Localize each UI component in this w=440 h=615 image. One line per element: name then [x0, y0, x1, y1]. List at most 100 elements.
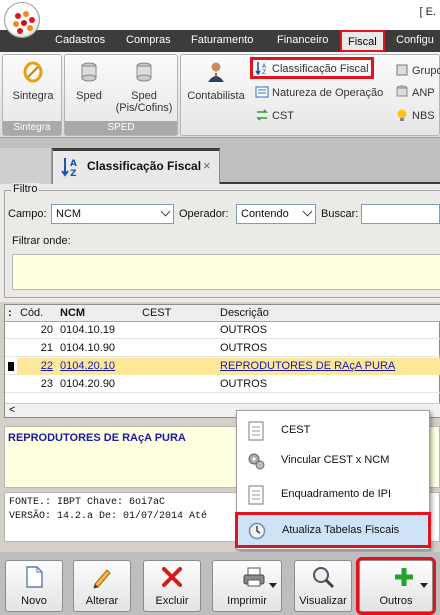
- operador-label: Operador:: [179, 208, 229, 220]
- novo-label: Novo: [21, 595, 47, 607]
- operador-select[interactable]: Contendo: [236, 204, 316, 224]
- campo-value: NCM: [56, 208, 82, 220]
- group-icon: [396, 64, 408, 76]
- table-row[interactable]: 20 0104.10.19 OUTROS: [5, 322, 440, 339]
- row-indicator[interactable]: [5, 340, 17, 357]
- table-row[interactable]: 21 0104.10.90 OUTROS: [5, 340, 440, 357]
- grupo-button[interactable]: Grupo: [395, 63, 440, 77]
- document-icon: [248, 485, 264, 505]
- sped-label: Sped: [76, 90, 102, 102]
- menu-financeiro[interactable]: Financeiro: [277, 34, 328, 46]
- cell-descricao[interactable]: REPRODUTORES DE RAçA PURA: [217, 358, 440, 375]
- cell-cest[interactable]: [139, 340, 217, 357]
- popup-item-enquadramento[interactable]: Enquadramento de IPI: [237, 479, 429, 509]
- natureza-operacao-button[interactable]: Natureza de Operação: [255, 85, 383, 99]
- gears-icon: [248, 453, 265, 470]
- sped-button[interactable]: Sped: [69, 61, 109, 102]
- row-indicator[interactable]: [5, 358, 17, 375]
- buscar-label: Buscar:: [321, 208, 359, 220]
- imprimir-label: Imprimir: [227, 595, 267, 607]
- table-row[interactable]: 22 0104.20.10 REPRODUTORES DE RAçA PURA: [5, 358, 440, 375]
- outros-button[interactable]: Outros: [356, 557, 436, 615]
- popup-item-vincular[interactable]: Vincular CEST x NCM: [237, 445, 429, 475]
- alterar-button[interactable]: Alterar: [73, 560, 131, 612]
- arrows-icon: [256, 109, 268, 121]
- sintegra-label: Sintegra: [12, 90, 54, 102]
- cell-cod[interactable]: 22: [17, 358, 57, 375]
- sintegra-button[interactable]: Sintegra: [7, 61, 59, 102]
- cst-button[interactable]: CST: [255, 108, 294, 122]
- col-indicator[interactable]: :: [5, 305, 17, 322]
- ribbon-group-sped: Sped Sped (Pis/Cofins) SPED: [64, 54, 178, 136]
- menu-cadastros[interactable]: Cadastros: [55, 34, 105, 46]
- row-indicator[interactable]: [5, 322, 17, 339]
- database-icon: [81, 62, 97, 82]
- menu-fiscal[interactable]: Fiscal: [340, 30, 385, 52]
- contabilista-button[interactable]: Contabilista: [185, 61, 247, 102]
- scroll-left-arrow[interactable]: <: [9, 404, 15, 416]
- popup-item-atualiza-label: Atualiza Tabelas Fiscais: [282, 524, 400, 536]
- cell-descricao[interactable]: OUTROS: [217, 376, 440, 393]
- cst-label: CST: [272, 110, 294, 122]
- sintegra-group-label: Sintegra: [3, 121, 61, 135]
- cell-cod[interactable]: 20: [17, 322, 57, 339]
- imprimir-dropdown-arrow[interactable]: [269, 583, 277, 588]
- col-cest[interactable]: CEST: [139, 305, 217, 322]
- buscar-input[interactable]: [361, 204, 440, 224]
- sped-group-label: SPED: [65, 121, 177, 135]
- table-row[interactable]: 23 0104.20.90 OUTROS: [5, 376, 440, 393]
- cell-cod[interactable]: 23: [17, 376, 57, 393]
- popup-item-atualiza-tabelas[interactable]: Atualiza Tabelas Fiscais: [235, 512, 431, 548]
- document-tab-strip: AZ Classificação Fiscal ×: [0, 138, 440, 184]
- tab-classificacao-fiscal[interactable]: AZ Classificação Fiscal ×: [52, 148, 220, 184]
- sintegra-icon: [23, 61, 43, 83]
- contabilista-label: Contabilista: [187, 90, 245, 102]
- svg-text:A: A: [70, 159, 77, 169]
- row-indicator[interactable]: [5, 376, 17, 393]
- anp-button[interactable]: ANP: [395, 85, 435, 99]
- filtrar-onde-label: Filtrar onde:: [12, 235, 71, 247]
- cell-ncm[interactable]: 0104.20.10: [57, 358, 139, 375]
- printer-icon: [243, 567, 265, 587]
- lightbulb-icon: [397, 109, 407, 121]
- col-ncm[interactable]: NCM: [57, 305, 139, 322]
- menu-compras[interactable]: Compras: [126, 34, 171, 46]
- filtrar-onde-input[interactable]: [12, 254, 440, 290]
- campo-select[interactable]: NCM: [51, 204, 174, 224]
- tab-close-icon[interactable]: ×: [203, 158, 211, 173]
- imprimir-button[interactable]: Imprimir: [212, 560, 282, 612]
- plus-icon: [395, 568, 413, 586]
- sort-az-icon: AZ: [255, 62, 267, 75]
- ncm-grid: : Cód. NCM CEST Descrição 20 0104.10.19 OU…: [4, 304, 440, 418]
- svg-text:Z: Z: [262, 69, 266, 75]
- list-icon: [255, 86, 269, 98]
- visualizar-button[interactable]: Visualizar: [294, 560, 352, 612]
- classificacao-fiscal-button[interactable]: A Z Classificação Fiscal: [250, 57, 374, 79]
- novo-button[interactable]: Novo: [5, 560, 63, 612]
- cell-cest[interactable]: [139, 322, 217, 339]
- title-bar: [ E.: [0, 0, 440, 30]
- cell-ncm[interactable]: 0104.20.90: [57, 376, 139, 393]
- window-title: [ E.: [419, 6, 436, 18]
- cell-descricao[interactable]: OUTROS: [217, 322, 440, 339]
- sped-pis-cofins-button[interactable]: Sped (Pis/Cofins): [113, 61, 175, 114]
- col-cod[interactable]: Cód.: [17, 305, 57, 322]
- cell-cest[interactable]: [139, 358, 217, 375]
- cell-descricao[interactable]: OUTROS: [217, 340, 440, 357]
- cell-cod[interactable]: 21: [17, 340, 57, 357]
- menu-configuracoes[interactable]: Configu: [396, 34, 434, 46]
- sped-pis-label-2: (Pis/Cofins): [115, 102, 173, 114]
- database-icon: [396, 85, 408, 97]
- description-detail-text: REPRODUTORES DE RAçA PURA: [8, 432, 186, 444]
- cell-cest[interactable]: [139, 376, 217, 393]
- cell-ncm[interactable]: 0104.10.90: [57, 340, 139, 357]
- app-logo-button[interactable]: [4, 2, 40, 38]
- excluir-button[interactable]: Excluir: [143, 560, 201, 612]
- menu-faturamento[interactable]: Faturamento: [191, 34, 253, 46]
- col-descricao[interactable]: Descrição: [217, 305, 440, 322]
- popup-item-cest[interactable]: CEST: [237, 415, 429, 445]
- cell-ncm[interactable]: 0104.10.19: [57, 322, 139, 339]
- natureza-operacao-label: Natureza de Operação: [272, 87, 384, 99]
- nbs-button[interactable]: NBS: [395, 108, 435, 122]
- outros-dropdown-arrow[interactable]: [420, 583, 428, 588]
